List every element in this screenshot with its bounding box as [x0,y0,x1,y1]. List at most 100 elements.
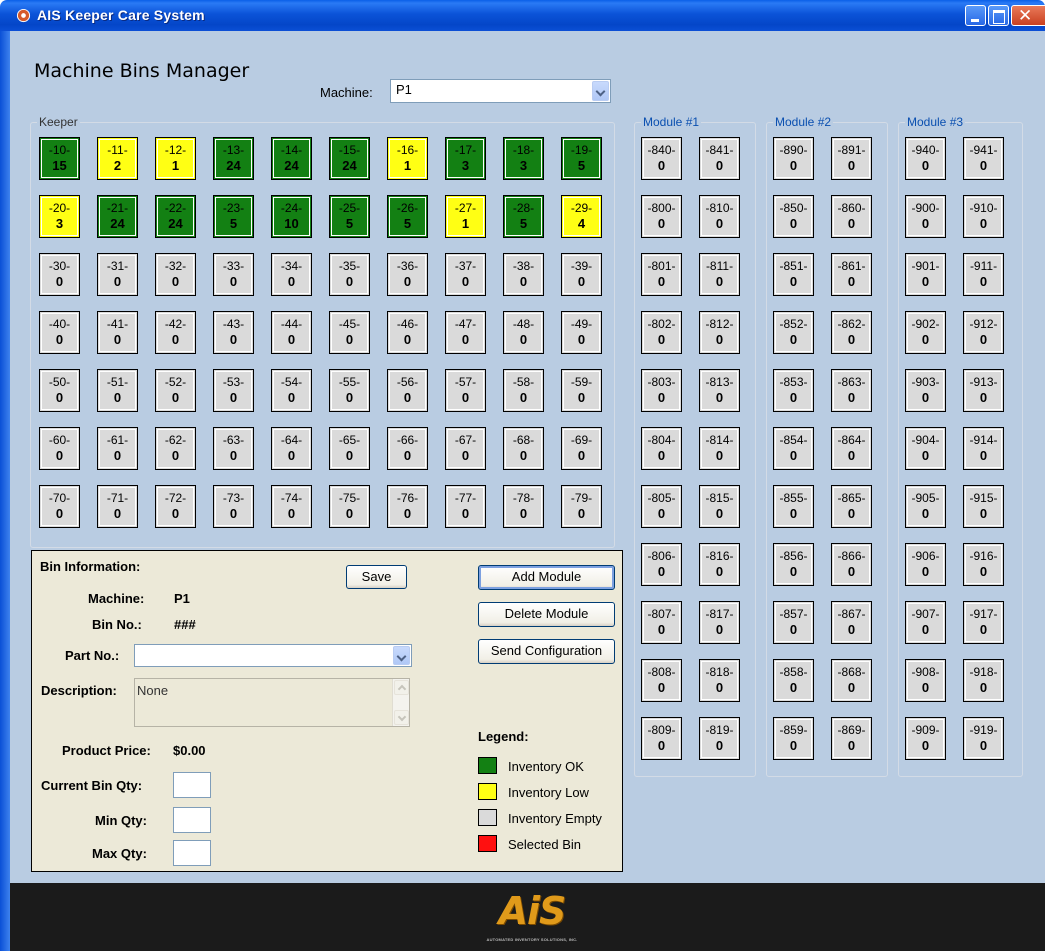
bin-25[interactable]: -25- 5 [329,195,370,238]
bin-17[interactable]: -17- 3 [445,137,486,180]
bin-67[interactable]: -67- 0 [445,427,486,470]
bin-851[interactable]: -851- 0 [773,253,814,296]
description-scrollbar[interactable] [392,679,409,726]
bin-801[interactable]: -801- 0 [641,253,682,296]
bin-891[interactable]: -891- 0 [831,137,872,180]
bin-33[interactable]: -33- 0 [213,253,254,296]
bin-861[interactable]: -861- 0 [831,253,872,296]
bin-808[interactable]: -808- 0 [641,659,682,702]
bin-802[interactable]: -802- 0 [641,311,682,354]
bin-52[interactable]: -52- 0 [155,369,196,412]
bin-28[interactable]: -28- 5 [503,195,544,238]
bin-50[interactable]: -50- 0 [39,369,80,412]
minimize-button[interactable] [965,5,986,26]
bin-940[interactable]: -940- 0 [905,137,946,180]
bin-54[interactable]: -54- 0 [271,369,312,412]
add-module-button[interactable]: Add Module [478,565,615,590]
bin-32[interactable]: -32- 0 [155,253,196,296]
chevron-down-icon[interactable] [592,81,609,101]
bin-863[interactable]: -863- 0 [831,369,872,412]
bin-809[interactable]: -809- 0 [641,717,682,760]
bin-49[interactable]: -49- 0 [561,311,602,354]
bin-805[interactable]: -805- 0 [641,485,682,528]
bin-800[interactable]: -800- 0 [641,195,682,238]
bin-34[interactable]: -34- 0 [271,253,312,296]
bin-66[interactable]: -66- 0 [387,427,428,470]
description-textarea[interactable]: None [134,678,410,727]
bin-19[interactable]: -19- 5 [561,137,602,180]
maximize-button[interactable] [988,5,1009,26]
bin-51[interactable]: -51- 0 [97,369,138,412]
bin-48[interactable]: -48- 0 [503,311,544,354]
bin-909[interactable]: -909- 0 [905,717,946,760]
bin-812[interactable]: -812- 0 [699,311,740,354]
bin-804[interactable]: -804- 0 [641,427,682,470]
bin-810[interactable]: -810- 0 [699,195,740,238]
bin-21[interactable]: -21- 24 [97,195,138,238]
bin-43[interactable]: -43- 0 [213,311,254,354]
bin-816[interactable]: -816- 0 [699,543,740,586]
bin-903[interactable]: -903- 0 [905,369,946,412]
bin-72[interactable]: -72- 0 [155,485,196,528]
bin-856[interactable]: -856- 0 [773,543,814,586]
bin-39[interactable]: -39- 0 [561,253,602,296]
bin-901[interactable]: -901- 0 [905,253,946,296]
bin-918[interactable]: -918- 0 [963,659,1004,702]
bin-58[interactable]: -58- 0 [503,369,544,412]
bin-74[interactable]: -74- 0 [271,485,312,528]
scroll-down-icon[interactable] [394,710,409,725]
bin-56[interactable]: -56- 0 [387,369,428,412]
bin-904[interactable]: -904- 0 [905,427,946,470]
bin-912[interactable]: -912- 0 [963,311,1004,354]
title-bar[interactable]: AIS Keeper Care System ✕ [0,0,1045,31]
bin-76[interactable]: -76- 0 [387,485,428,528]
bin-38[interactable]: -38- 0 [503,253,544,296]
bin-869[interactable]: -869- 0 [831,717,872,760]
bin-78[interactable]: -78- 0 [503,485,544,528]
bin-37[interactable]: -37- 0 [445,253,486,296]
bin-858[interactable]: -858- 0 [773,659,814,702]
bin-45[interactable]: -45- 0 [329,311,370,354]
bin-911[interactable]: -911- 0 [963,253,1004,296]
bin-22[interactable]: -22- 24 [155,195,196,238]
bin-866[interactable]: -866- 0 [831,543,872,586]
bin-62[interactable]: -62- 0 [155,427,196,470]
bin-46[interactable]: -46- 0 [387,311,428,354]
bin-905[interactable]: -905- 0 [905,485,946,528]
bin-41[interactable]: -41- 0 [97,311,138,354]
bin-857[interactable]: -857- 0 [773,601,814,644]
bin-840[interactable]: -840- 0 [641,137,682,180]
bin-860[interactable]: -860- 0 [831,195,872,238]
bin-917[interactable]: -917- 0 [963,601,1004,644]
bin-29[interactable]: -29- 4 [561,195,602,238]
close-button[interactable]: ✕ [1011,5,1045,26]
bin-61[interactable]: -61- 0 [97,427,138,470]
bin-916[interactable]: -916- 0 [963,543,1004,586]
bin-900[interactable]: -900- 0 [905,195,946,238]
bin-852[interactable]: -852- 0 [773,311,814,354]
bin-919[interactable]: -919- 0 [963,717,1004,760]
bin-867[interactable]: -867- 0 [831,601,872,644]
bin-15[interactable]: -15- 24 [329,137,370,180]
bin-24[interactable]: -24- 10 [271,195,312,238]
bin-69[interactable]: -69- 0 [561,427,602,470]
bin-907[interactable]: -907- 0 [905,601,946,644]
bin-44[interactable]: -44- 0 [271,311,312,354]
bin-859[interactable]: -859- 0 [773,717,814,760]
bin-11[interactable]: -11- 2 [97,137,138,180]
bin-55[interactable]: -55- 0 [329,369,370,412]
bin-868[interactable]: -868- 0 [831,659,872,702]
bin-60[interactable]: -60- 0 [39,427,80,470]
bin-16[interactable]: -16- 1 [387,137,428,180]
min-qty-input[interactable] [173,807,211,833]
bin-854[interactable]: -854- 0 [773,427,814,470]
bin-26[interactable]: -26- 5 [387,195,428,238]
bin-65[interactable]: -65- 0 [329,427,370,470]
bin-35[interactable]: -35- 0 [329,253,370,296]
current-bin-qty-input[interactable] [173,772,211,798]
bin-47[interactable]: -47- 0 [445,311,486,354]
bin-18[interactable]: -18- 3 [503,137,544,180]
bin-30[interactable]: -30- 0 [39,253,80,296]
bin-814[interactable]: -814- 0 [699,427,740,470]
chevron-down-icon[interactable] [393,646,410,665]
